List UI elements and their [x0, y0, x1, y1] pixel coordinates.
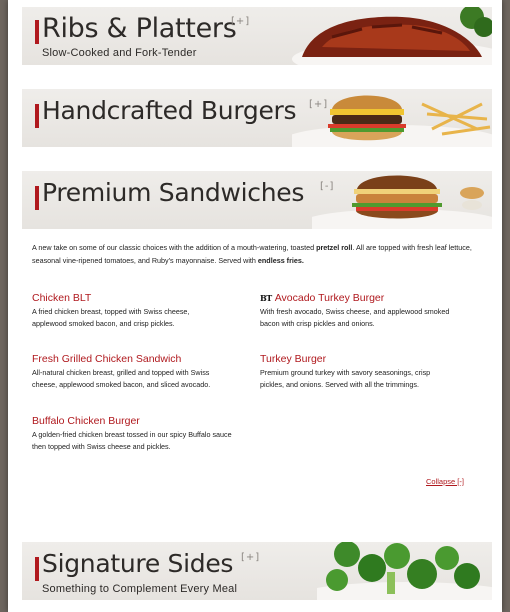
item-name[interactable]: BT Avocado Turkey Burger [260, 292, 470, 305]
expand-toggle[interactable]: [+] [241, 552, 260, 563]
burger-image [292, 95, 492, 147]
item-description: All-natural chicken breast, grilled and … [32, 368, 211, 389]
section-ribs-header[interactable]: Ribs & Platters [+] Slow-Cooked and Fork… [22, 7, 492, 65]
broccoli-image [317, 542, 492, 600]
section-title: Premium Sandwiches [42, 178, 305, 207]
section-sides-header[interactable]: Signature Sides [+] Something to Complem… [22, 542, 492, 600]
accent-bar [35, 557, 39, 581]
section-title: Signature Sides [42, 549, 234, 578]
section-burgers-header[interactable]: Handcrafted Burgers [+] [22, 89, 492, 147]
collapse-link[interactable]: Collapse [-] [426, 477, 464, 486]
menu-item-grilled-chicken-sandwich: Fresh Grilled Chicken Sandwich All-natur… [32, 353, 242, 391]
item-name[interactable]: Fresh Grilled Chicken Sandwich [32, 353, 242, 366]
menu-item-buffalo-chicken-burger: Buffalo Chicken Burger A golden-fried ch… [32, 415, 242, 453]
intro-text: A new take on some of our classic choice… [32, 243, 317, 252]
item-description: A golden-fried chicken breast tossed in … [32, 430, 232, 451]
intro-bold-fries: endless fries. [257, 256, 304, 265]
section-title: Ribs & Platters [42, 13, 237, 44]
item-name[interactable]: Turkey Burger [260, 353, 470, 366]
accent-bar [35, 20, 39, 44]
item-description: With fresh avocado, Swiss cheese, and ap… [260, 307, 450, 328]
item-name-text: Avocado Turkey Burger [274, 292, 385, 304]
intro-bold-pretzel: pretzel roll [316, 243, 353, 252]
section-sandwiches-header[interactable]: Premium Sandwiches [-] [22, 171, 492, 229]
sandwiches-intro: A new take on some of our classic choice… [32, 241, 482, 267]
section-title: Handcrafted Burgers [42, 96, 297, 125]
menu-page: Ribs & Platters [+] Slow-Cooked and Fork… [8, 0, 502, 612]
item-name[interactable]: Chicken BLT [32, 292, 242, 305]
menu-item-chicken-blt: Chicken BLT A fried chicken breast, topp… [32, 292, 242, 330]
item-description: Premium ground turkey with savory season… [260, 368, 431, 389]
item-description: A fried chicken breast, topped with Swis… [32, 307, 190, 328]
sandwich-image [312, 175, 492, 229]
section-subtitle: Slow-Cooked and Fork-Tender [42, 47, 197, 59]
accent-bar [35, 104, 39, 128]
ribs-image [292, 7, 492, 65]
section-subtitle: Something to Complement Every Meal [42, 583, 238, 595]
item-name[interactable]: Buffalo Chicken Burger [32, 415, 242, 428]
bt-badge-icon: BT [260, 293, 272, 303]
menu-item-avocado-turkey-burger: BT Avocado Turkey Burger With fresh avoca… [260, 292, 470, 330]
expand-toggle[interactable]: [+] [231, 16, 250, 27]
accent-bar [35, 186, 39, 210]
menu-item-turkey-burger: Turkey Burger Premium ground turkey with… [260, 353, 470, 391]
